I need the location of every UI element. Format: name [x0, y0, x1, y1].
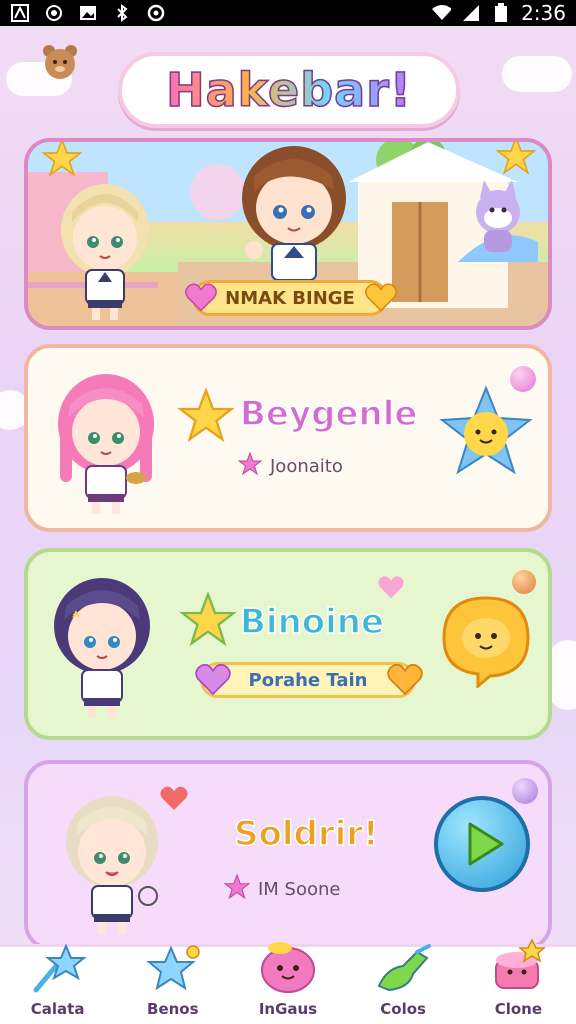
- chibi-purple-hair-boy: [42, 570, 162, 724]
- chibi-blonde-girl: [50, 172, 160, 326]
- star-wand-icon: [30, 943, 87, 998]
- bubble-icon: [512, 778, 538, 804]
- smile-bubble-mascot-icon: [438, 592, 534, 692]
- star-face-mascot-icon: [438, 384, 534, 484]
- bubble-icon: [512, 570, 536, 594]
- heart-icon: [376, 572, 406, 606]
- star-icon: [178, 591, 238, 652]
- card-subtitle: IM Soone: [258, 879, 341, 900]
- cloud-decoration: [548, 640, 576, 710]
- banner-label-pill[interactable]: NMAK BINGE: [185, 280, 397, 316]
- star-icon: [145, 944, 201, 998]
- nav-item-benos[interactable]: Benos: [123, 944, 223, 1018]
- bear-mascot-icon: [40, 42, 80, 86]
- mode-card-binoine[interactable]: Binoine: [24, 548, 552, 740]
- card-title: Binoine: [239, 601, 385, 643]
- star-icon: [176, 387, 236, 448]
- status-bar: 2:36: [0, 0, 576, 26]
- star-icon: [237, 451, 263, 481]
- mode-card-beygenle[interactable]: Beygenle Joonaito: [24, 344, 552, 532]
- star-icon: [223, 873, 251, 905]
- notification-icon: [10, 3, 30, 23]
- heart-icon: [158, 782, 190, 818]
- nav-label: Benos: [147, 1000, 199, 1018]
- card-subtitle-row: Joonaito: [237, 451, 343, 481]
- settings-icon: [146, 3, 166, 23]
- card-tag-pill[interactable]: Porahe Tain: [195, 662, 423, 698]
- game-title: Hakebar!: [165, 62, 412, 118]
- card-tag-label: Porahe Tain: [248, 669, 368, 691]
- cloud-decoration: [502, 56, 572, 92]
- nav-item-ingaus[interactable]: InGaus: [238, 938, 338, 1018]
- bubble-icon: [510, 366, 536, 392]
- nav-item-clone[interactable]: Clone: [468, 938, 568, 1018]
- blob-icon: [258, 938, 318, 998]
- status-left-icons: [10, 3, 166, 23]
- card-subtitle-row: IM Soone: [223, 873, 341, 905]
- nav-item-calata[interactable]: Calata: [8, 943, 108, 1018]
- banner-label: NMAK BINGE: [225, 287, 355, 309]
- chibi-brown-hair-boy: [224, 142, 364, 296]
- play-icon: [468, 822, 504, 866]
- nav-label: Calata: [30, 1000, 85, 1018]
- chibi-silver-hair-girl: [52, 786, 172, 940]
- nav-label: InGaus: [258, 1000, 318, 1018]
- signal-icon: [461, 3, 481, 23]
- heart-icon: [363, 279, 399, 320]
- nav-label: Colos: [380, 1000, 426, 1018]
- bluetooth-icon: [112, 3, 132, 23]
- chibi-pink-hair-girl: [46, 366, 166, 520]
- status-right-icons: 2:36: [431, 1, 566, 25]
- heart-icon: [385, 659, 425, 704]
- card-subtitle: Joonaito: [270, 456, 343, 477]
- game-title-badge: Hakebar!: [118, 52, 460, 128]
- purple-creature-mascot: [458, 172, 538, 276]
- nav-label: Clone: [494, 1000, 542, 1018]
- battery-icon: [491, 3, 511, 23]
- bottom-nav-bar: Calata Benos InGaus Colos Clone: [0, 938, 576, 1024]
- cake-icon: [488, 938, 548, 998]
- paintbrush-icon: [373, 944, 433, 998]
- image-icon: [78, 3, 98, 23]
- wifi-icon: [431, 3, 452, 23]
- play-button[interactable]: [434, 796, 530, 892]
- heart-icon: [193, 659, 233, 704]
- status-time: 2:36: [521, 1, 566, 25]
- heart-icon: [183, 279, 219, 320]
- card-title: Soldrir!: [233, 813, 379, 855]
- nav-item-colos[interactable]: Colos: [353, 944, 453, 1018]
- card-title: Beygenle: [239, 393, 418, 435]
- sync-icon: [44, 3, 64, 23]
